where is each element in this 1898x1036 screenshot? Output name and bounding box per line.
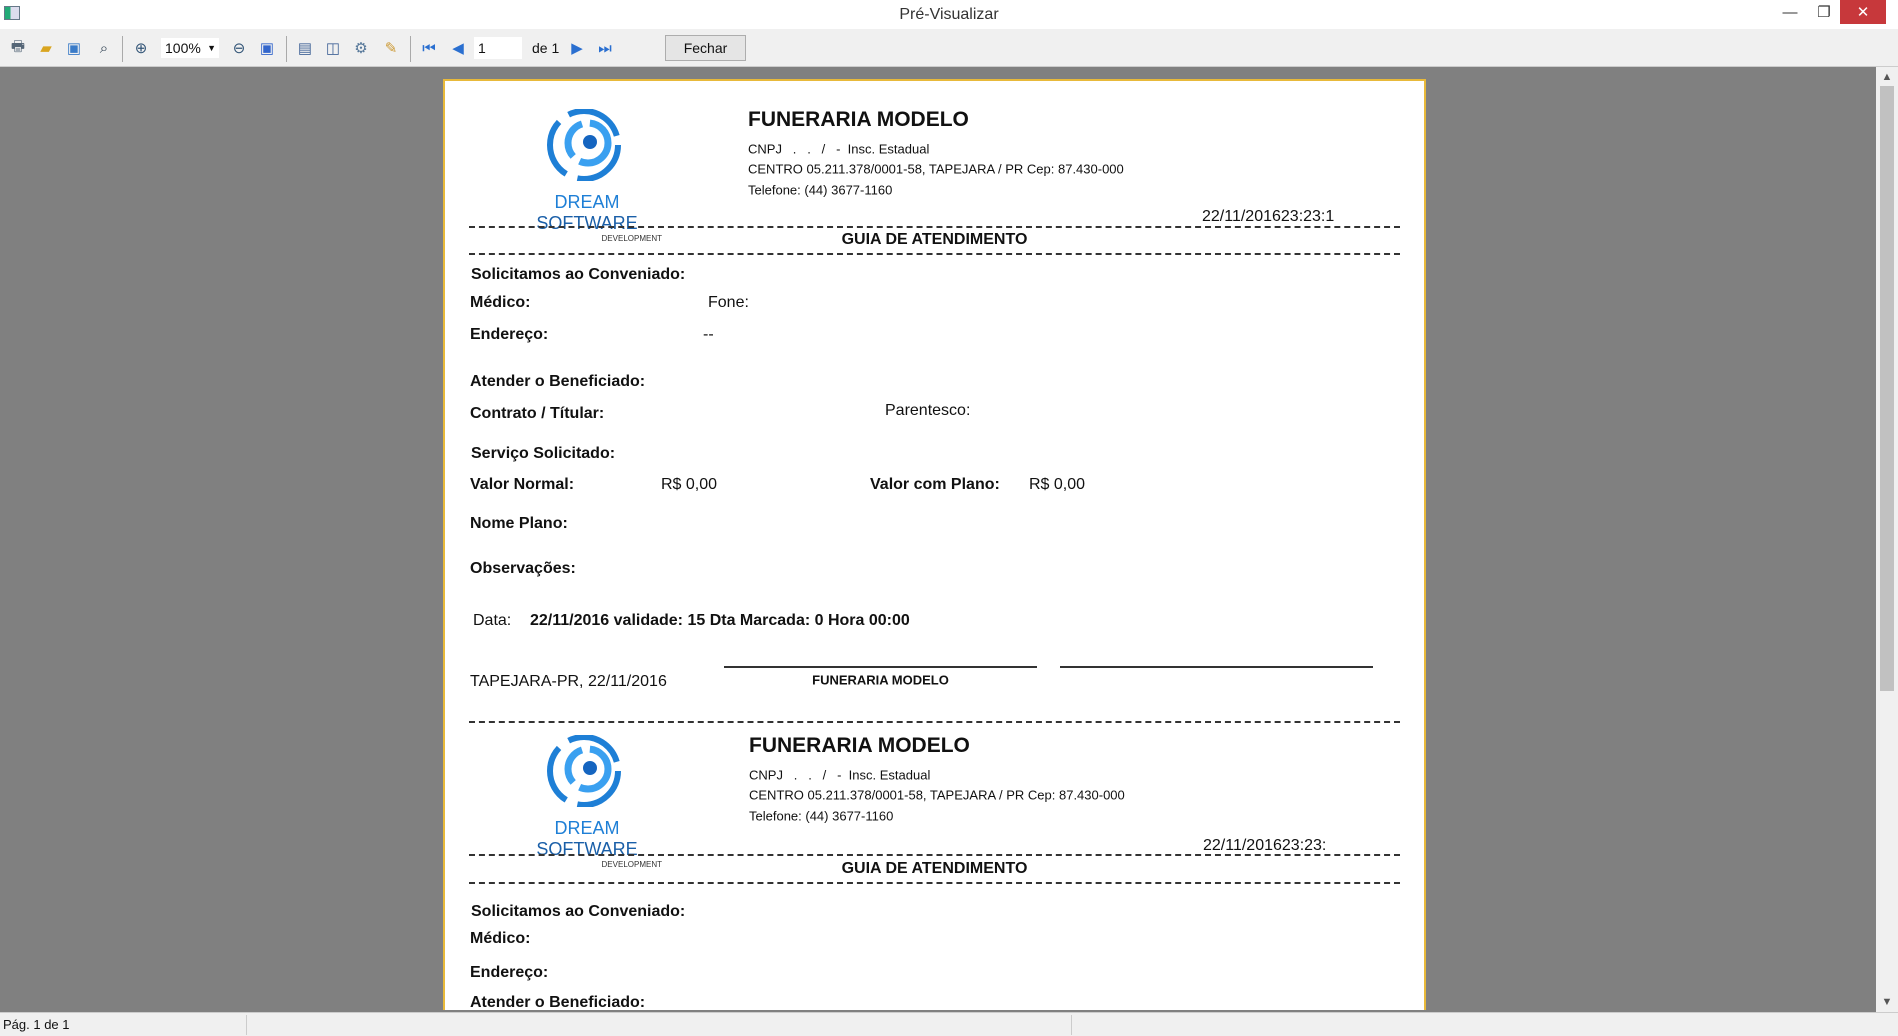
label-endereco: Endereço: [470,964,549,981]
zoom-select[interactable]: 100% ▼ [161,38,219,58]
company-phone: Telefone: (44) 3677-1160 [749,808,894,824]
page-setup-icon[interactable]: ⚙ [350,37,372,59]
status-bar: Pág. 1 de 1 [0,1012,1898,1036]
zoom-value: 100% [165,40,201,56]
label-contrato: Contrato / Títular: [470,405,605,422]
local-date: TAPEJARA-PR, 22/11/2016 [470,673,667,690]
window-title: Pré-Visualizar [899,6,999,23]
scroll-up-icon[interactable]: ▲ [1876,71,1898,83]
two-pages-icon[interactable]: ◫ [322,37,344,59]
label-valor-plano: Valor com Plano: [870,476,1000,493]
label-solicitamos: Solicitamos ao Conveniado: [471,266,686,283]
separator [286,36,287,62]
open-icon[interactable]: ▰ [35,37,57,59]
company-address: CENTRO 05.211.378/0001-58, TAPEJARA / PR… [749,787,1125,803]
company-logo: DREAM SOFTWARE DEVELOPMENT [502,108,672,243]
separator [122,36,123,62]
signature-line [1060,666,1373,668]
report-heading: GUIA DE ATENDIMENTO [841,860,1028,877]
status-separator [1071,1015,1072,1035]
label-observacoes: Observações: [470,560,576,577]
value-endereco: -- [703,326,714,343]
report-heading: GUIA DE ATENDIMENTO [841,231,1028,248]
logo-text-2: SOFTWARE [536,839,638,859]
first-page-icon[interactable]: ⏮ [418,37,440,59]
last-page-icon[interactable]: ⏭ [594,37,616,59]
status-page: Pág. 1 de 1 [3,1017,70,1032]
label-fone: Fone: [708,294,749,311]
company-cnpj: CNPJ . . / - Insc. Estadual [749,767,931,783]
full-page-icon[interactable]: ▣ [256,37,278,59]
edit-icon[interactable]: ✎ [380,37,402,59]
divider [469,253,1400,255]
report-copy-1: DREAM SOFTWARE DEVELOPMENT FUNERARIA MOD… [445,81,1424,723]
logo-text-2: SOFTWARE [536,213,638,233]
divider [469,882,1400,884]
next-page-icon[interactable]: ▶ [566,37,588,59]
zoom-in-icon[interactable]: ⊕ [130,37,152,59]
print-datetime: 22/11/201623:23: [1203,837,1327,854]
zoom-out-icon[interactable]: ⊖ [228,37,250,59]
company-name: FUNERARIA MODELO [749,734,970,757]
label-atender: Atender o Beneficiado: [470,373,646,390]
print-datetime: 22/11/201623:23:1 [1202,208,1335,225]
company-address: CENTRO 05.211.378/0001-58, TAPEJARA / PR… [748,161,1124,177]
label-data: Data: [473,612,512,629]
label-medico: Médico: [470,930,531,947]
chevron-down-icon: ▼ [207,43,216,53]
close-button[interactable]: ✕ [1840,0,1886,24]
company-phone: Telefone: (44) 3677-1160 [748,182,893,198]
page-number-input[interactable]: 1 [474,37,522,59]
label-nome-plano: Nome Plano: [470,515,568,532]
prev-page-icon[interactable]: ◀ [447,37,469,59]
label-endereco: Endereço: [470,326,549,343]
company-name: FUNERARIA MODELO [748,108,969,131]
company-logo: DREAM SOFTWARE DEVELOPMENT [502,734,672,869]
report-copy-2: DREAM SOFTWARE DEVELOPMENT FUNERARIA MOD… [445,707,1424,1011]
logo-swirl-icon [547,108,621,182]
label-valor-normal: Valor Normal: [470,476,575,493]
close-preview-button[interactable]: Fechar [665,35,746,61]
save-icon[interactable]: ▣ [63,37,85,59]
label-medico: Médico: [470,294,531,311]
scroll-down-icon[interactable]: ▼ [1876,996,1898,1008]
separator [410,36,411,62]
find-icon[interactable]: ⌕ [93,37,115,59]
page-count-label: de 1 [532,40,560,56]
status-separator [246,1015,247,1035]
logo-swirl-icon [547,734,621,808]
label-solicitamos: Solicitamos ao Conveniado: [471,903,686,920]
single-page-icon[interactable]: ▤ [294,37,316,59]
report-page: DREAM SOFTWARE DEVELOPMENT FUNERARIA MOD… [443,79,1426,1011]
label-servico: Serviço Solicitado: [471,445,616,462]
label-parentesco: Parentesco: [885,402,971,419]
divider [469,226,1400,228]
label-atender: Atender o Beneficiado: [470,994,646,1011]
value-data: 22/11/2016 validade: 15 Dta Marcada: 0 H… [530,612,910,629]
title-bar: Pré-Visualizar — ❐ ✕ [0,0,1898,29]
divider [469,854,1400,856]
logo-text: DREAM [554,818,620,838]
logo-text: DREAM [554,192,620,212]
preview-area: DREAM SOFTWARE DEVELOPMENT FUNERARIA MOD… [0,67,1876,1012]
print-icon[interactable]: 🖶 [7,37,29,59]
value-valor-normal: R$ 0,00 [661,476,718,493]
signature-line [724,666,1037,668]
toolbar [0,29,1898,67]
signature-name: FUNERARIA MODELO [812,672,949,688]
company-cnpj: CNPJ . . / - Insc. Estadual [748,141,930,157]
scrollbar-thumb[interactable] [1880,86,1894,691]
value-valor-plano: R$ 0,00 [1029,476,1086,493]
